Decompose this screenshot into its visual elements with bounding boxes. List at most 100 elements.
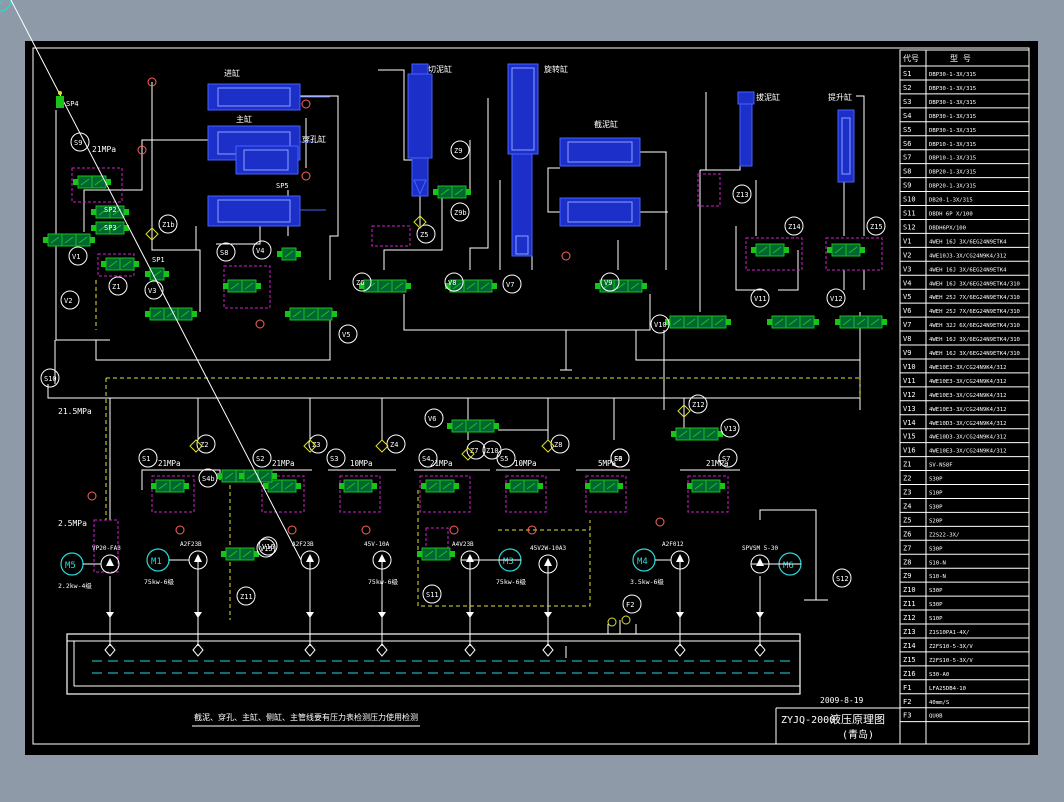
table-cell-code: V13 bbox=[903, 405, 916, 413]
directional-valve bbox=[417, 547, 455, 561]
tag-text: S1 bbox=[142, 455, 150, 463]
table-cell-code: V1 bbox=[903, 237, 911, 245]
table-cell-model: 4WE10E3-3X/CG24N9K4/312 bbox=[929, 393, 1006, 399]
table-cell-model: 4WEH 32J 6X/6EG24N9ETK4/310 bbox=[929, 323, 1020, 329]
tag-text: V11 bbox=[754, 295, 767, 303]
tag-text: V10 bbox=[654, 321, 667, 329]
tag-text: S12 bbox=[836, 575, 849, 583]
table-cell-code: V6 bbox=[903, 307, 911, 315]
table-row: Z15 Z2FS10-5-3X/V bbox=[903, 656, 973, 664]
tag-text: S10 bbox=[44, 375, 57, 383]
tag-text: Z12 bbox=[692, 401, 705, 409]
tag-text: Z13 bbox=[736, 191, 749, 199]
pump-model: A2F012 bbox=[662, 541, 684, 548]
table-cell-model: 4WEH 25J 7X/6EG24N9ETK4/310 bbox=[929, 295, 1020, 301]
directional-valve bbox=[505, 479, 543, 493]
drawing-title: 液压原理图 bbox=[830, 712, 885, 726]
motor-power: 2.2kw-4级 bbox=[58, 581, 92, 590]
table-cell-code: S5 bbox=[903, 126, 911, 134]
table-cell-code: Z15 bbox=[903, 656, 916, 664]
directional-valve bbox=[827, 243, 865, 257]
table-cell-code: Z11 bbox=[903, 600, 916, 608]
directional-valve bbox=[687, 479, 725, 493]
tag-text: S7 bbox=[722, 455, 730, 463]
tag-text: S2 bbox=[256, 455, 264, 463]
label-25mpa: 2.5MPa bbox=[58, 519, 87, 528]
table-cell-code: F3 bbox=[903, 712, 911, 720]
table-cell-code: Z5 bbox=[903, 516, 911, 524]
tag-text: V13 bbox=[724, 425, 737, 433]
table-cell-model: S30P bbox=[929, 546, 943, 552]
directional-valve bbox=[751, 243, 789, 257]
motor-label: M5 bbox=[65, 561, 76, 571]
table-cell-code: V11 bbox=[903, 377, 916, 385]
label-cylinder-pierce: 穿孔缸 bbox=[302, 134, 326, 144]
table-cell-model: DBP10-1-3X/315 bbox=[929, 156, 976, 162]
pump-model: A2F23B bbox=[180, 541, 202, 548]
table-cell-code: Z10 bbox=[903, 586, 916, 594]
table-cell-code: Z1 bbox=[903, 461, 911, 469]
table-row: Z13 Z1S10PA1-4X/ bbox=[903, 628, 969, 636]
table-cell-model: DBP30-1-3X/315 bbox=[929, 114, 976, 120]
table-row: S10 DB20-1-3X/315 bbox=[903, 196, 973, 204]
table-cell-model: DBP30-1-3X/315 bbox=[929, 100, 976, 106]
table-cell-model: 4WE10E3-3X/CG24N9K4/312 bbox=[929, 449, 1006, 455]
table-cell-model: S30P bbox=[929, 602, 943, 608]
cad-viewport: 代号 型 号 S1 DBP30-1-3X/315 S2 DBP30-1-3X/315 S3 D… bbox=[0, 0, 1064, 798]
directional-valve bbox=[221, 547, 259, 561]
directional-valve bbox=[447, 419, 499, 433]
table-cell-model: 4WEH 25J 7X/6EG24N9ETK4/310 bbox=[929, 309, 1020, 315]
table-cell-model: 4WEH 16J 3X/6EG24N9ETK4/310 bbox=[929, 351, 1020, 357]
table-cell-model: 4WEH 16J 3X/6EG24N9ETK4/310 bbox=[929, 337, 1020, 343]
table-row: S11 DBDH 6P X/100 bbox=[903, 210, 973, 218]
label-sp2: SP2 bbox=[104, 206, 117, 214]
table-cell-model: SV-NS8F bbox=[929, 463, 953, 469]
directional-valve bbox=[151, 479, 189, 493]
label-sp4: SP4 bbox=[66, 100, 79, 108]
table-cell-code: S3 bbox=[903, 98, 911, 106]
table-cell-model: 4WE10E3-3X/CG24N9K4/312 bbox=[929, 379, 1006, 385]
table-cell-model: DBP30-1-3X/315 bbox=[929, 128, 976, 134]
tag-text: S8 bbox=[220, 249, 228, 257]
tag-text: F3 bbox=[614, 455, 622, 463]
table-cell-code: Z16 bbox=[903, 670, 916, 678]
drawing-number: ZYJQ-2000 bbox=[781, 715, 835, 726]
relief-pressure: 10MPa bbox=[350, 459, 373, 468]
drawing-note: 截泥、穿孔、主缸、侧缸、主管线要有压力表检测压力使用检测 bbox=[194, 712, 418, 722]
table-cell-code: S9 bbox=[903, 182, 911, 190]
tag-text: V8 bbox=[448, 279, 456, 287]
cylinder-lift bbox=[837, 109, 855, 183]
hydraulic-schematic: 代号 型 号 S1 DBP30-1-3X/315 S2 DBP30-1-3X/315 S3 D… bbox=[0, 0, 1038, 755]
directional-valve bbox=[835, 315, 887, 329]
tag-text: V2 bbox=[64, 297, 72, 305]
tag-text: V7 bbox=[506, 281, 514, 289]
directional-valve bbox=[421, 479, 459, 493]
table-cell-model: S10P bbox=[929, 616, 943, 622]
table-cell-model: 40mm/S bbox=[929, 700, 949, 706]
table-cell-model: 4WE10E3-3X/CG24N9K4/312 bbox=[929, 365, 1006, 371]
tag-text: Z10 bbox=[486, 447, 499, 455]
tag-text: V6 bbox=[428, 415, 436, 423]
tag-text: Z8 bbox=[554, 441, 562, 449]
pump-model: A4V23B bbox=[452, 541, 474, 548]
tag-text: Z11 bbox=[240, 593, 253, 601]
relief-pressure: 10MPa bbox=[514, 459, 537, 468]
table-cell-model: DBDH6PX/100 bbox=[929, 225, 966, 231]
tag-text: S9 bbox=[74, 139, 82, 147]
table-cell-model: DBP20-1-3X/315 bbox=[929, 170, 976, 176]
table-cell-model: DBDH 6P X/100 bbox=[929, 212, 973, 218]
table-cell-model: S10-N bbox=[929, 560, 946, 566]
tag-text: V3 bbox=[148, 287, 156, 295]
pump-model: SPVSM 5-30 bbox=[742, 545, 779, 552]
table-cell-code: V2 bbox=[903, 251, 911, 259]
motor-power: 75kw-6级 bbox=[496, 577, 526, 586]
table-cell-code: Z4 bbox=[903, 502, 911, 510]
pump-model: VP20-FA3 bbox=[92, 545, 121, 552]
table-cell-model: QU0B bbox=[929, 714, 943, 720]
label-cylinder-rotate: 旋转缸 bbox=[544, 64, 568, 74]
table-cell-code: S8 bbox=[903, 168, 911, 176]
table-cell-code: S12 bbox=[903, 223, 916, 231]
table-cell-model: Z2FS10-5-3X/V bbox=[929, 644, 973, 650]
table-cell-code: S2 bbox=[903, 84, 911, 92]
tag-text: S4 bbox=[422, 455, 430, 463]
